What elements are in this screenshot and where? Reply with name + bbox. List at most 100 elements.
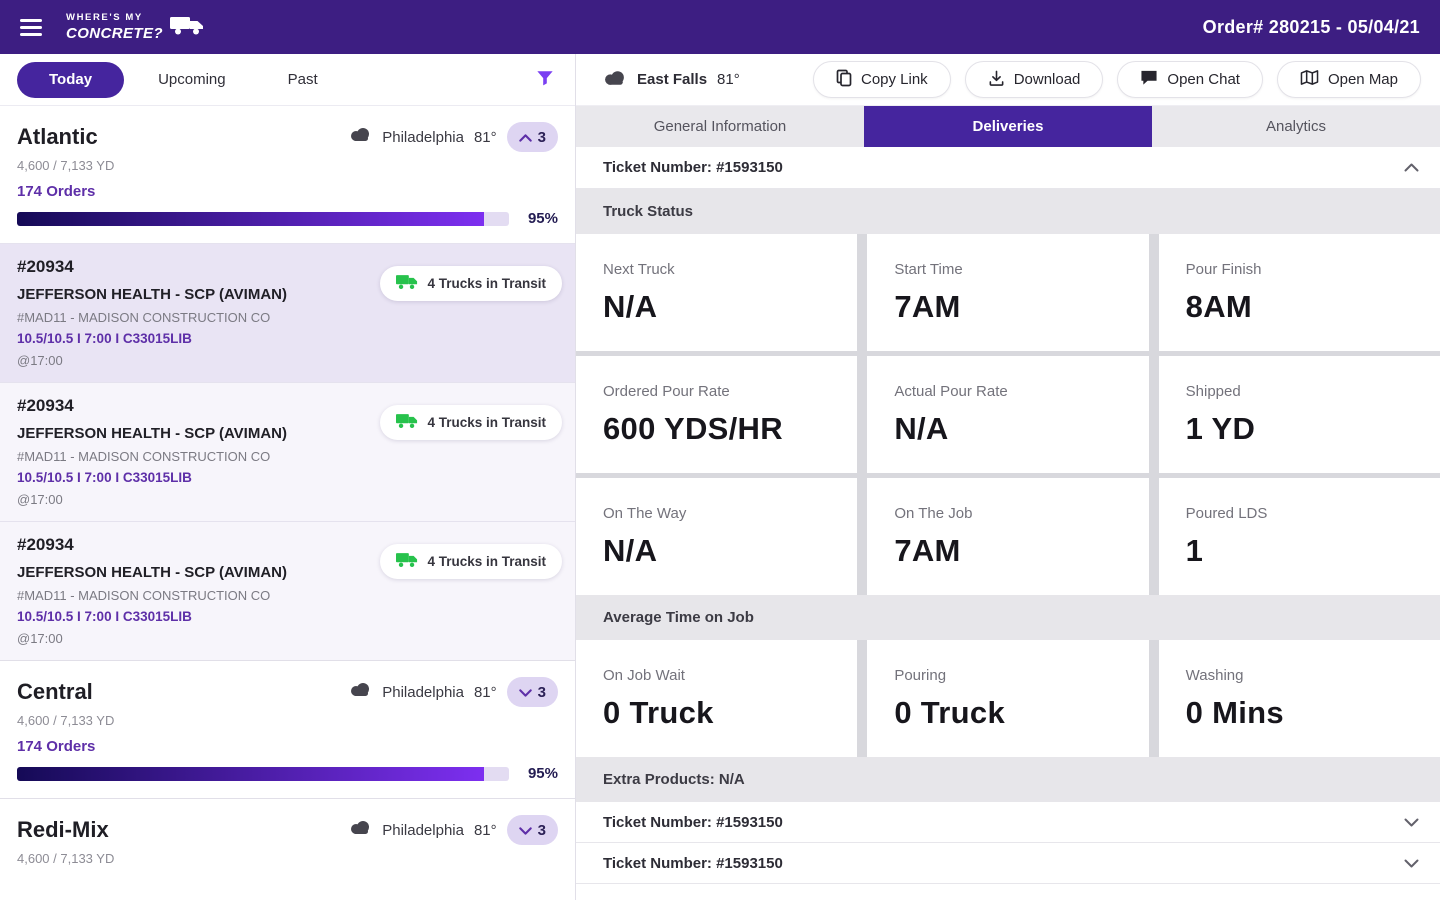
- group-name: Redi-Mix: [17, 817, 109, 842]
- group-temp: 81°: [473, 821, 497, 839]
- plant-group-central: Central Philadelphia 81° 3 4,600 / 7,133…: [0, 660, 575, 782]
- truck-icon: [396, 274, 418, 293]
- transit-badge-label: 4 Trucks in Transit: [427, 554, 546, 569]
- order-card[interactable]: #20934 JEFFERSON HEALTH - SCP (AVIMAN) #…: [0, 521, 575, 660]
- truck-icon: [396, 552, 418, 571]
- average-time-header: Average Time on Job: [576, 595, 1440, 640]
- truck-logo-icon: [169, 15, 206, 40]
- order-details: 10.5/10.5 I 7:00 I C33015LIB: [17, 609, 192, 624]
- ticket-accordion-collapsed[interactable]: Ticket Number: #1593150: [576, 843, 1440, 884]
- stat-on-the-way: On The Way N/A: [576, 478, 858, 595]
- group-name: Atlantic: [17, 124, 98, 149]
- order-time: @17:00: [17, 631, 63, 646]
- tab-analytics[interactable]: Analytics: [1152, 106, 1440, 147]
- order-details: 10.5/10.5 I 7:00 I C33015LIB: [17, 470, 192, 485]
- group-yards: 4,600 / 7,133 YD: [17, 158, 115, 173]
- order-card[interactable]: #20934 JEFFERSON HEALTH - SCP (AVIMAN) #…: [0, 243, 575, 382]
- open-chat-label: Open Chat: [1167, 71, 1240, 88]
- transit-badge-label: 4 Trucks in Transit: [427, 415, 546, 430]
- copy-link-button[interactable]: Copy Link: [812, 61, 951, 98]
- chevron-up-icon: [1404, 163, 1419, 172]
- sidebar-tab-bar: Today Upcoming Past: [0, 54, 575, 106]
- ticket-number-label: Ticket Number: #1593150: [603, 854, 783, 872]
- order-customer: #MAD11 - MADISON CONSTRUCTION CO: [17, 310, 271, 325]
- download-button[interactable]: Download: [964, 61, 1104, 98]
- tab-today[interactable]: Today: [17, 61, 125, 98]
- group-yards: 4,600 / 7,133 YD: [17, 713, 115, 728]
- progress-percent: 95%: [527, 210, 558, 227]
- main-content: Today Upcoming Past Atlantic Philadelphi…: [0, 54, 1440, 900]
- stat-start-time: Start Time 7AM: [867, 234, 1149, 351]
- chevron-down-icon: [518, 823, 532, 838]
- tab-upcoming[interactable]: Upcoming: [158, 71, 226, 88]
- group-count-badge: 3: [537, 128, 546, 146]
- detail-tab-bar: General Information Deliveries Analytics: [576, 106, 1440, 147]
- progress-bar: [17, 211, 509, 226]
- brand-line1: WHERE'S MY: [66, 12, 143, 24]
- detail-toolbar: East Falls 81° Copy Link Download Open C…: [576, 54, 1440, 106]
- group-temp: 81°: [473, 128, 497, 146]
- group-orders-count: 174 Orders: [17, 738, 96, 755]
- open-map-button[interactable]: Open Map: [1276, 61, 1421, 98]
- top-bar: WHERE'S MY CONCRETE? Order# 280215 - 05/…: [0, 0, 1440, 54]
- plant-group-atlantic: Atlantic Philadelphia 81° 3 4,600 / 7,13…: [0, 106, 575, 227]
- ticket-accordion-expanded[interactable]: Ticket Number: #1593150: [576, 147, 1440, 189]
- copy-link-label: Copy Link: [860, 71, 928, 88]
- group-city: Philadelphia: [382, 128, 464, 146]
- tab-deliveries[interactable]: Deliveries: [864, 106, 1152, 147]
- group-progress: 95%: [17, 210, 558, 227]
- group-city: Philadelphia: [382, 683, 464, 701]
- progress-percent: 95%: [527, 765, 558, 782]
- group-city: Philadelphia: [382, 821, 464, 839]
- order-time: @17:00: [17, 492, 63, 507]
- extra-products-header: Extra Products: N/A: [576, 757, 1440, 802]
- brand-line2: CONCRETE?: [66, 24, 163, 42]
- tab-general-information[interactable]: General Information: [576, 106, 864, 147]
- group-collapse-toggle[interactable]: 3: [506, 677, 558, 707]
- orders-sidebar: Today Upcoming Past Atlantic Philadelphi…: [0, 54, 576, 900]
- copy-icon: [836, 69, 852, 91]
- chevron-down-icon: [1404, 818, 1419, 827]
- truck-icon: [396, 413, 418, 432]
- group-yards: 4,600 / 7,133 YD: [17, 851, 115, 866]
- group-weather: Philadelphia 81° 3: [349, 677, 558, 707]
- stat-washing: Washing 0 Mins: [1158, 640, 1440, 757]
- group-weather: Philadelphia 81° 3: [349, 815, 558, 845]
- toolbar-buttons: Copy Link Download Open Chat Open Map: [812, 61, 1421, 98]
- filter-icon[interactable]: [532, 65, 558, 94]
- order-card[interactable]: #20934 JEFFERSON HEALTH - SCP (AVIMAN) #…: [0, 382, 575, 521]
- open-map-label: Open Map: [1327, 71, 1398, 88]
- group-progress: 95%: [17, 765, 558, 782]
- group-name: Central: [17, 679, 93, 704]
- app: WHERE'S MY CONCRETE? Order# 280215 - 05/…: [0, 0, 1440, 900]
- location-weather: East Falls 81°: [603, 70, 740, 90]
- trucks-in-transit-badge[interactable]: 4 Trucks in Transit: [380, 405, 562, 440]
- group-temp: 81°: [473, 683, 497, 701]
- tab-past[interactable]: Past: [288, 71, 318, 88]
- chat-icon: [1140, 69, 1158, 90]
- ticket-accordion-collapsed[interactable]: Ticket Number: #1593150: [576, 802, 1440, 843]
- trucks-in-transit-badge[interactable]: 4 Trucks in Transit: [380, 266, 562, 301]
- stat-actual-pour-rate: Actual Pour Rate N/A: [867, 356, 1149, 473]
- stat-pour-finish: Pour Finish 8AM: [1158, 234, 1440, 351]
- stat-on-job-wait: On Job Wait 0 Truck: [576, 640, 858, 757]
- order-time: @17:00: [17, 353, 63, 368]
- stat-shipped: Shipped 1 YD: [1158, 356, 1440, 473]
- stat-next-truck: Next Truck N/A: [576, 234, 858, 351]
- group-collapse-toggle[interactable]: 3: [506, 122, 558, 152]
- group-weather: Philadelphia 81° 3: [349, 122, 558, 152]
- stat-poured-lds: Poured LDS 1: [1158, 478, 1440, 595]
- cloud-icon: [349, 820, 372, 840]
- progress-fill: [17, 766, 485, 781]
- open-chat-button[interactable]: Open Chat: [1117, 61, 1263, 98]
- stat-pouring: Pouring 0 Truck: [867, 640, 1149, 757]
- transit-badge-label: 4 Trucks in Transit: [427, 276, 546, 291]
- progress-bar: [17, 766, 509, 781]
- order-customer: #MAD11 - MADISON CONSTRUCTION CO: [17, 588, 271, 603]
- group-collapse-toggle[interactable]: 3: [506, 815, 558, 845]
- menu-icon[interactable]: [20, 18, 42, 36]
- trucks-in-transit-badge[interactable]: 4 Trucks in Transit: [380, 544, 562, 579]
- ticket-number-label: Ticket Number: #1593150: [603, 813, 783, 831]
- ticket-number-label: Ticket Number: #1593150: [603, 159, 783, 176]
- plant-group-list: Atlantic Philadelphia 81° 3 4,600 / 7,13…: [0, 106, 575, 900]
